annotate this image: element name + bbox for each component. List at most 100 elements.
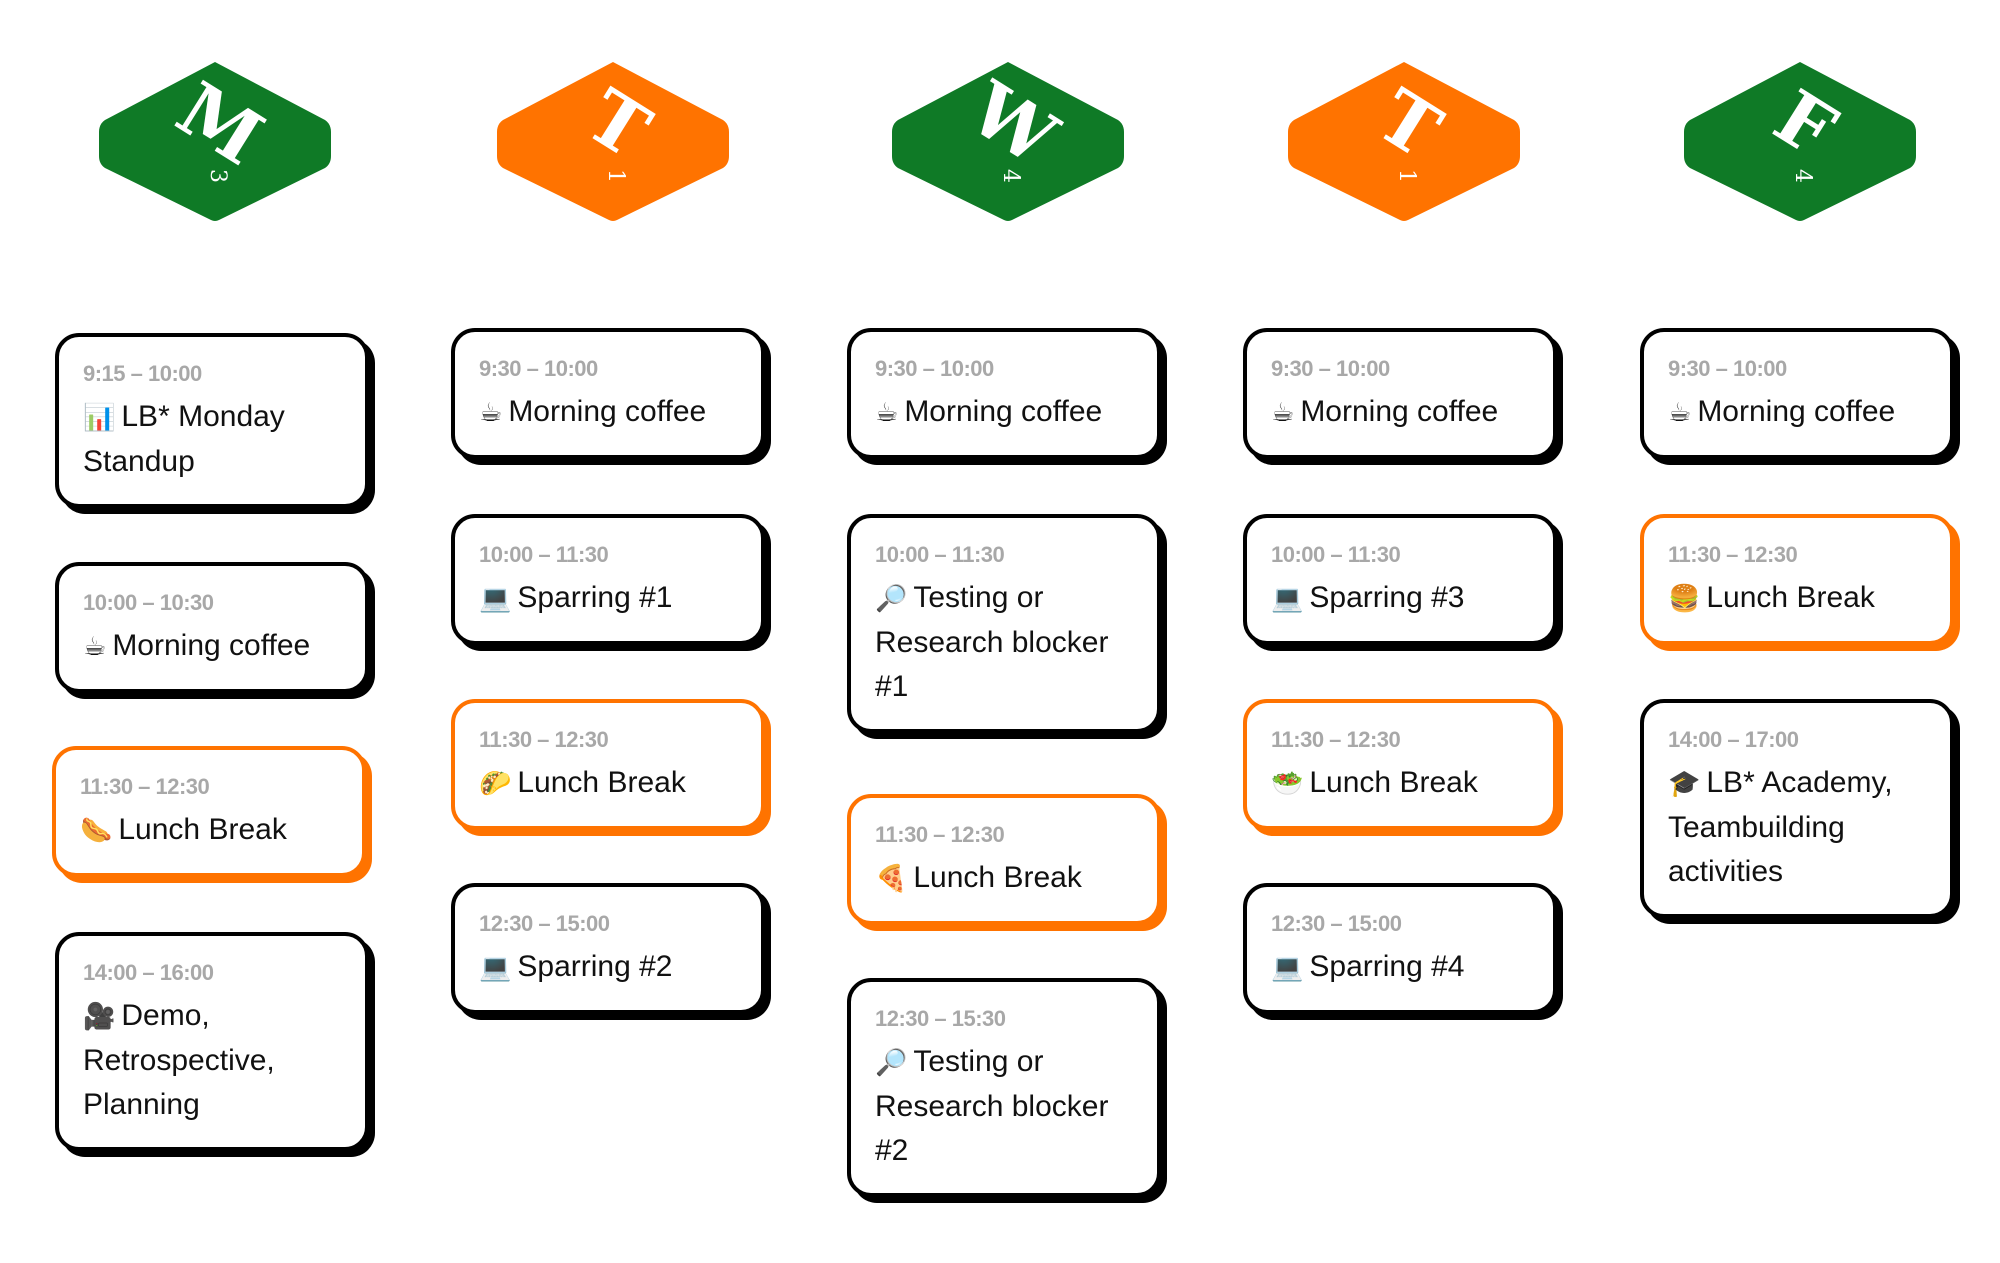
event-card-lunch[interactable]: 11:30 – 12:30 🥗 Lunch Break [1243, 699, 1557, 830]
event-title-text: Morning coffee [112, 629, 311, 662]
magnifier-icon: 🔎 [875, 1048, 908, 1078]
event-title-text: Lunch Break [118, 813, 287, 846]
tile-shape: M 3 [99, 62, 331, 221]
event-card[interactable]: 9:15 – 10:00 📊 LB* Monday Standup [55, 333, 369, 508]
event-title-text: Sparring #4 [1309, 950, 1465, 983]
laptop-icon: 💻 [1271, 953, 1304, 983]
event-card-lunch[interactable]: 11:30 – 12:30 🌮 Lunch Break [451, 699, 765, 830]
event-time: 10:00 – 11:30 [479, 542, 609, 567]
burger-icon: 🍔 [1668, 584, 1701, 614]
event-title: 💻 Sparring #2 [479, 945, 737, 990]
event-title: ☕ Morning coffee [875, 390, 1133, 435]
event-time: 11:30 – 12:30 [80, 774, 210, 799]
event-card[interactable]: 9:30 – 10:00 ☕ Morning coffee [1640, 328, 1954, 459]
event-title: ☕ Morning coffee [1668, 390, 1926, 435]
event-title: 🥗 Lunch Break [1271, 761, 1529, 806]
pizza-icon: 🍕 [875, 864, 908, 894]
event-title: 📊 LB* Monday Standup [83, 395, 341, 484]
event-card[interactable]: 10:00 – 11:30 🔎 Testing or Research block… [847, 514, 1161, 733]
event-title: 🌭 Lunch Break [80, 808, 338, 853]
event-title-text: Morning coffee [1300, 395, 1499, 428]
tile-shape: F 4 [1684, 62, 1916, 221]
event-title-text: Sparring #3 [1309, 581, 1465, 614]
event-card[interactable]: 9:30 – 10:00 ☕ Morning coffee [1243, 328, 1557, 459]
taco-icon: 🌮 [479, 769, 512, 799]
day-tile-tuesday: T 1 [495, 60, 731, 222]
event-title: 🎥 Demo, Retrospective, Planning [83, 994, 341, 1127]
hotdog-icon: 🌭 [80, 816, 113, 846]
event-card[interactable]: 12:30 – 15:30 🔎 Testing or Research block… [847, 978, 1161, 1197]
tile-shape: T 1 [497, 62, 729, 221]
event-card[interactable]: 10:00 – 10:30 ☕ Morning coffee [55, 562, 369, 693]
event-title: ☕ Morning coffee [479, 390, 737, 435]
coffee-icon: ☕ [875, 398, 899, 428]
event-time: 12:30 – 15:30 [875, 1006, 1006, 1031]
day-number: 1 [1394, 169, 1419, 183]
event-title-text: Testing or Research blocker #2 [875, 1045, 1109, 1167]
event-title-text: Morning coffee [508, 395, 707, 428]
day-number: 1 [603, 169, 628, 183]
event-time: 9:30 – 10:00 [1668, 356, 1787, 381]
event-title-text: Lunch Break [517, 766, 686, 799]
laptop-icon: 💻 [479, 584, 512, 614]
day-number: 4 [998, 169, 1023, 183]
event-title: 🌮 Lunch Break [479, 761, 737, 806]
event-title-text: Morning coffee [904, 395, 1103, 428]
day-number: 3 [205, 169, 230, 183]
event-time: 12:30 – 15:00 [479, 911, 610, 936]
event-card[interactable]: 14:00 – 16:00 🎥 Demo, Retrospective, Plan… [55, 932, 369, 1151]
event-time: 11:30 – 12:30 [1271, 727, 1401, 752]
event-time: 9:30 – 10:00 [1271, 356, 1390, 381]
day-tile-wednesday: W 4 [890, 60, 1126, 222]
event-title-text: Testing or Research blocker #1 [875, 581, 1109, 703]
event-title-text: Lunch Break [913, 861, 1082, 894]
event-time: 12:30 – 15:00 [1271, 911, 1402, 936]
event-card[interactable]: 12:30 – 15:00 💻 Sparring #4 [1243, 883, 1557, 1014]
event-card-lunch[interactable]: 11:30 – 12:30 🍔 Lunch Break [1640, 514, 1954, 645]
event-title: 🍕 Lunch Break [875, 856, 1133, 901]
tile-shape: W 4 [892, 62, 1124, 221]
event-title: 🔎 Testing or Research blocker #2 [875, 1040, 1133, 1173]
graduation-cap-icon: 🎓 [1668, 769, 1701, 799]
event-title: 💻 Sparring #1 [479, 576, 737, 621]
coffee-icon: ☕ [479, 398, 503, 428]
event-time: 9:15 – 10:00 [83, 361, 202, 386]
event-title-text: Sparring #2 [517, 950, 673, 983]
laptop-icon: 💻 [479, 953, 512, 983]
event-card[interactable]: 9:30 – 10:00 ☕ Morning coffee [451, 328, 765, 459]
event-card[interactable]: 10:00 – 11:30 💻 Sparring #1 [451, 514, 765, 645]
event-title: ☕ Morning coffee [83, 624, 341, 669]
event-card[interactable]: 10:00 – 11:30 💻 Sparring #3 [1243, 514, 1557, 645]
event-time: 9:30 – 10:00 [479, 356, 598, 381]
event-card[interactable]: 12:30 – 15:00 💻 Sparring #2 [451, 883, 765, 1014]
laptop-icon: 💻 [1271, 584, 1304, 614]
event-title: 🍔 Lunch Break [1668, 576, 1926, 621]
event-title: 🎓 LB* Academy, Teambuilding activities [1668, 761, 1926, 894]
coffee-icon: ☕ [83, 632, 107, 662]
event-time: 11:30 – 12:30 [1668, 542, 1798, 567]
event-card[interactable]: 14:00 – 17:00 🎓 LB* Academy, Teambuilding… [1640, 699, 1954, 918]
event-title-text: Morning coffee [1697, 395, 1896, 428]
magnifier-icon: 🔎 [875, 584, 908, 614]
movie-camera-icon: 🎥 [83, 1002, 116, 1032]
event-card[interactable]: 9:30 – 10:00 ☕ Morning coffee [847, 328, 1161, 459]
event-title: ☕ Morning coffee [1271, 390, 1529, 435]
event-time: 10:00 – 10:30 [83, 590, 214, 615]
day-tile-thursday: T 1 [1286, 60, 1522, 222]
event-time: 10:00 – 11:30 [875, 542, 1005, 567]
event-card-lunch[interactable]: 11:30 – 12:30 🍕 Lunch Break [847, 794, 1161, 925]
event-title-text: Lunch Break [1309, 766, 1478, 799]
day-tile-monday: M 3 [97, 60, 333, 222]
day-number: 4 [1790, 169, 1815, 183]
event-time: 11:30 – 12:30 [875, 822, 1005, 847]
event-time: 11:30 – 12:30 [479, 727, 609, 752]
coffee-icon: ☕ [1668, 398, 1692, 428]
event-time: 14:00 – 17:00 [1668, 727, 1799, 752]
bar-chart-icon: 📊 [83, 403, 116, 433]
event-time: 14:00 – 16:00 [83, 960, 214, 985]
event-title: 💻 Sparring #4 [1271, 945, 1529, 990]
event-card-lunch[interactable]: 11:30 – 12:30 🌭 Lunch Break [52, 746, 366, 877]
salad-icon: 🥗 [1271, 769, 1304, 799]
event-title-text: Sparring #1 [517, 581, 673, 614]
event-title: 🔎 Testing or Research blocker #1 [875, 576, 1133, 709]
